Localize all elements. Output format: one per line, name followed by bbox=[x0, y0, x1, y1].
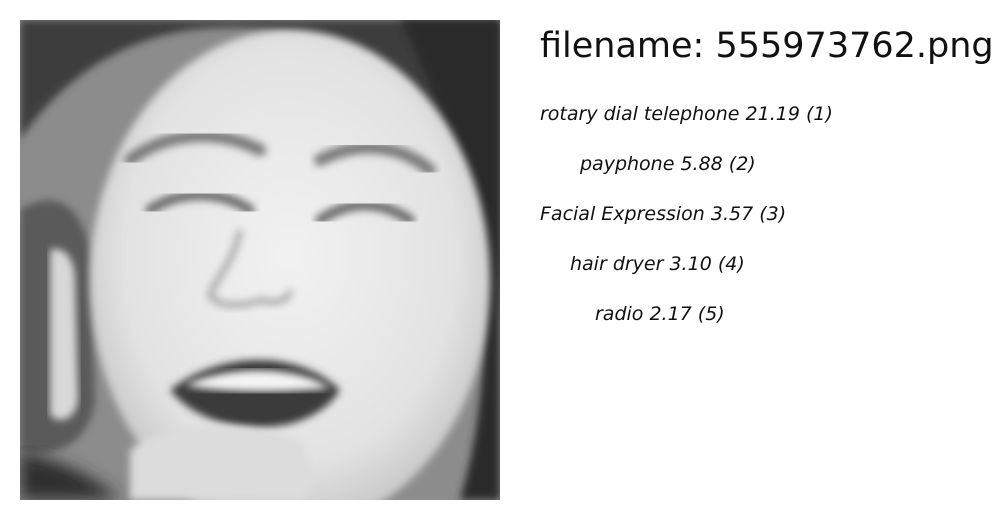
prediction-1: rotary dial telephone 21.19 (1) bbox=[540, 103, 833, 125]
filename-label: filename: 555973762.png bbox=[540, 26, 994, 66]
prediction-2: payphone 5.88 (2) bbox=[580, 153, 756, 175]
face-photo-drawing bbox=[20, 20, 500, 500]
prediction-4: hair dryer 3.10 (4) bbox=[570, 253, 745, 275]
face-photo bbox=[20, 20, 500, 500]
prediction-3: Facial Expression 3.57 (3) bbox=[540, 203, 787, 225]
prediction-5: radio 2.17 (5) bbox=[595, 303, 725, 325]
